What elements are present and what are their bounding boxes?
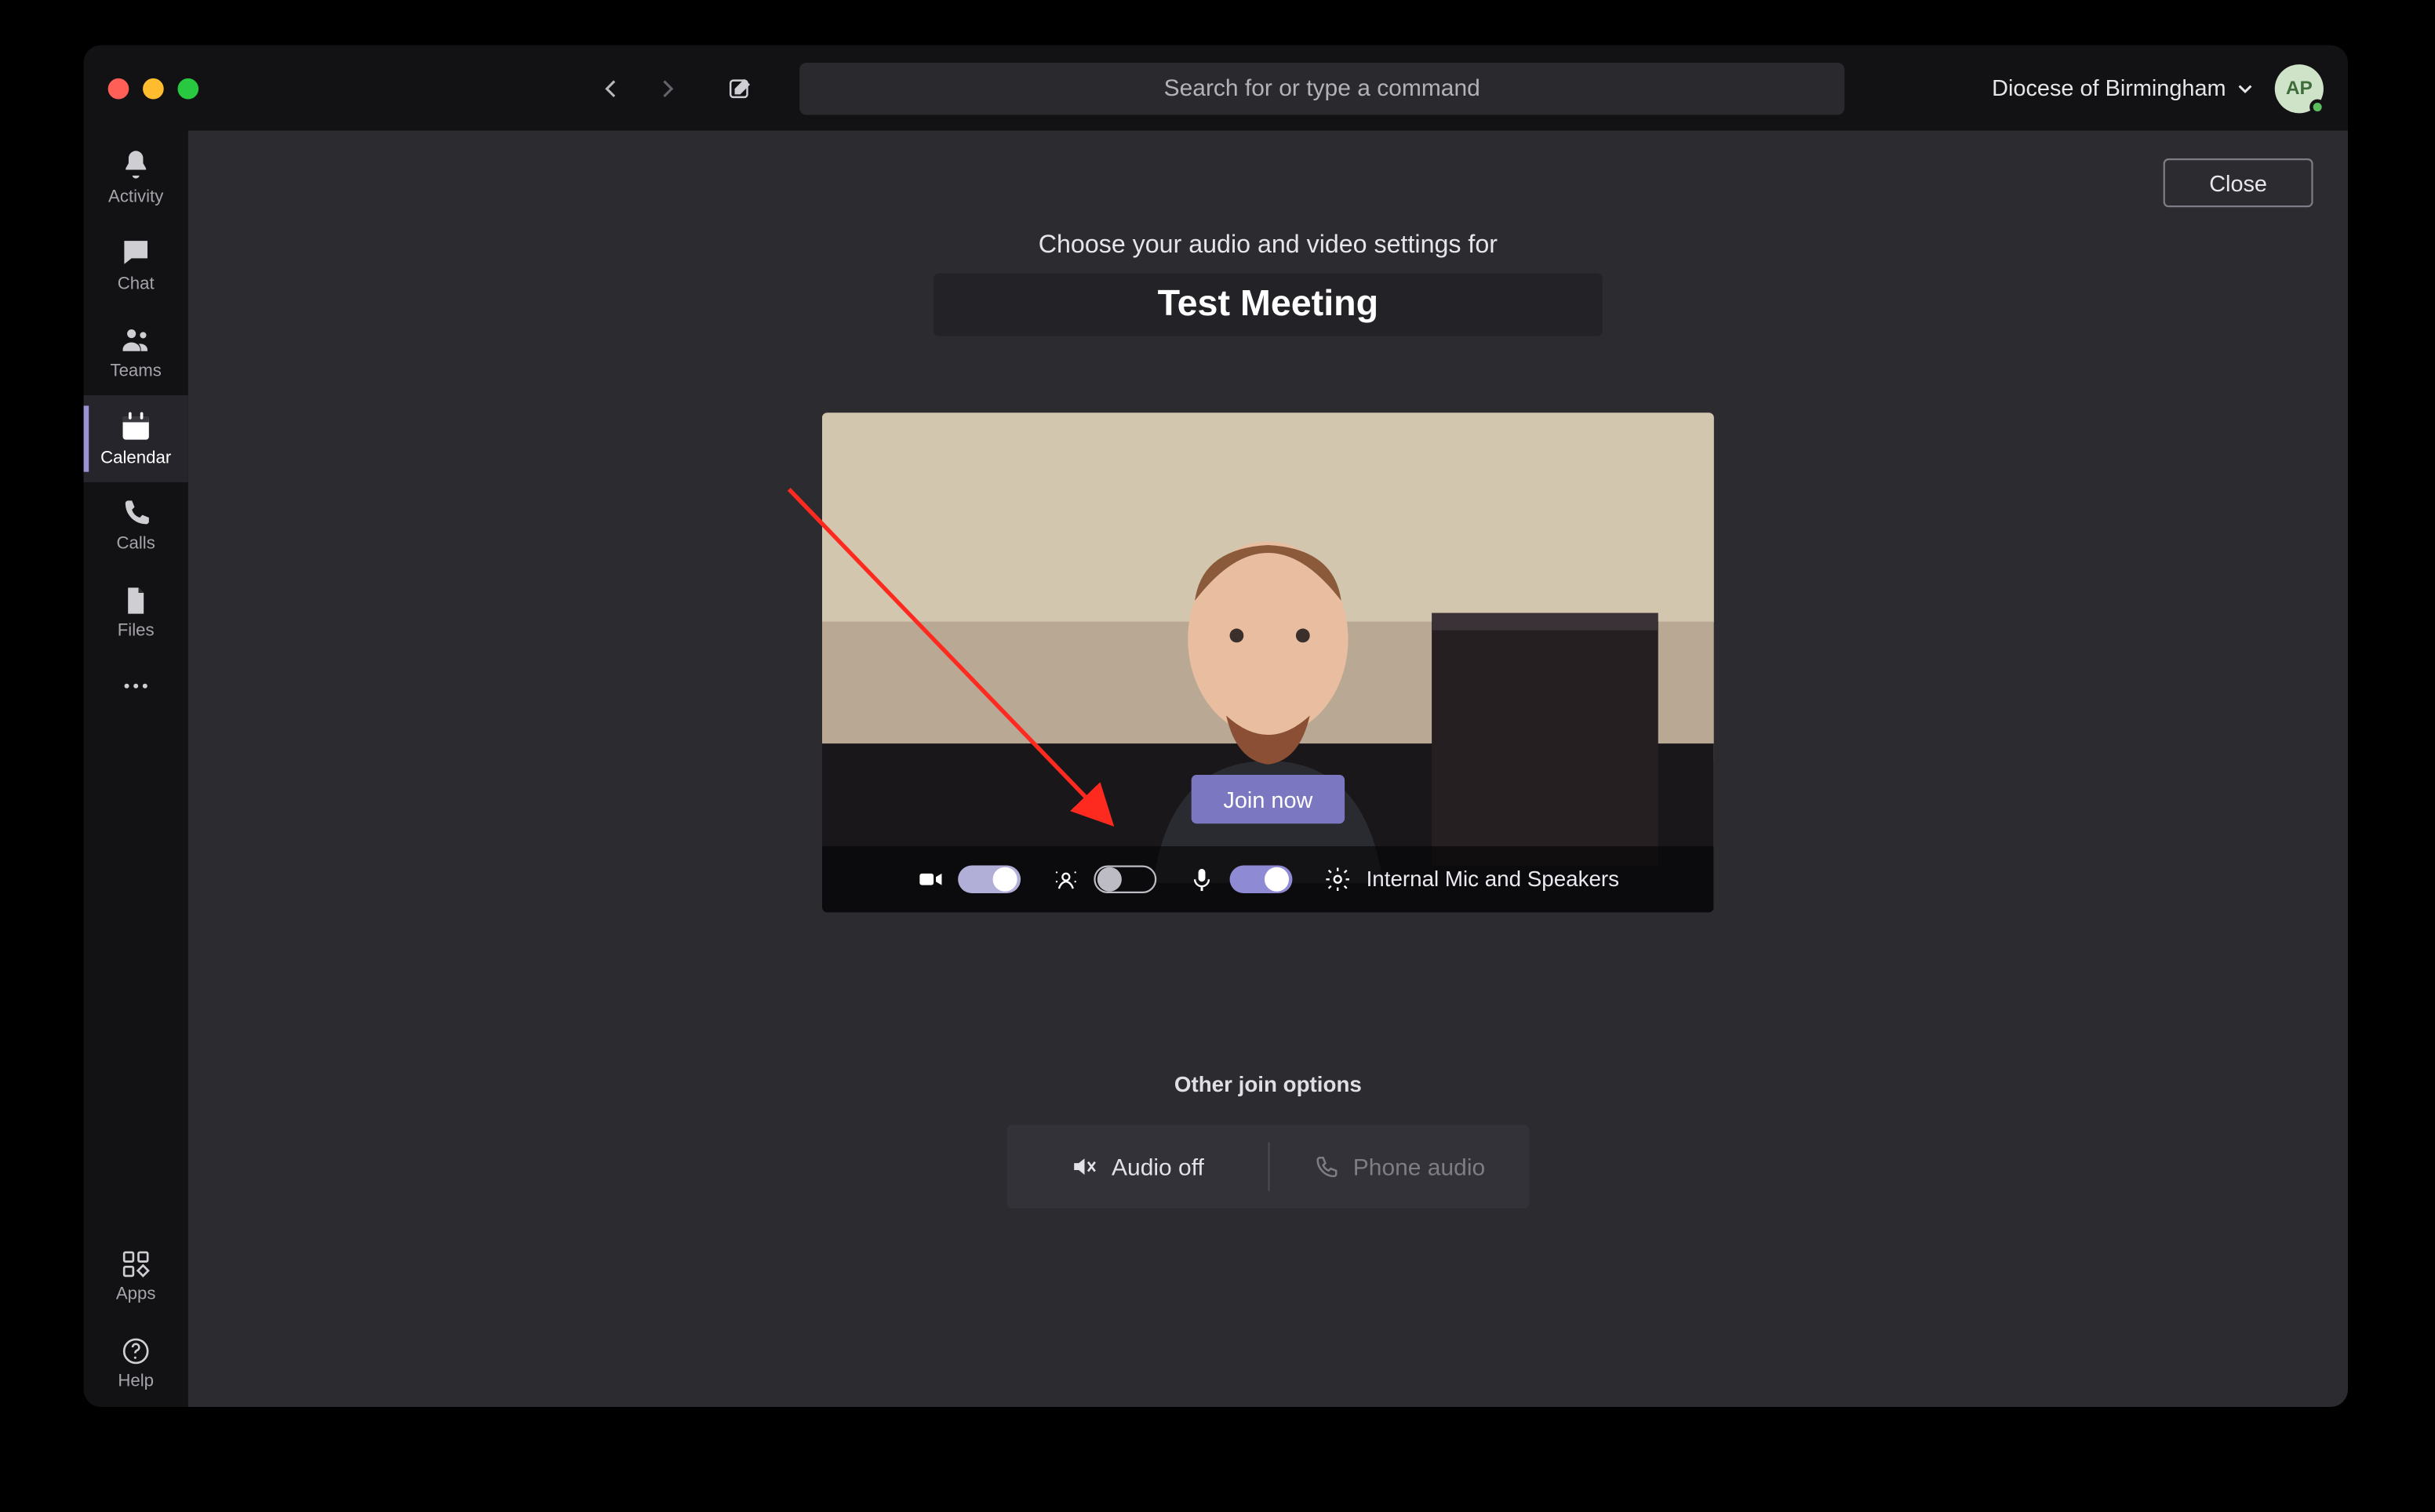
chevron-down-icon xyxy=(2237,79,2254,96)
avatar[interactable]: AP xyxy=(2275,64,2324,112)
background-blur-control xyxy=(1053,866,1157,894)
window-close-dot[interactable] xyxy=(108,78,129,99)
rail-label: Teams xyxy=(110,362,161,381)
rail-item-help[interactable]: Help xyxy=(84,1320,188,1407)
search-input[interactable]: Search for or type a command xyxy=(799,62,1844,114)
titlebar: Search for or type a command Diocese of … xyxy=(84,45,2348,131)
help-icon xyxy=(120,1336,151,1367)
search-placeholder: Search for or type a command xyxy=(1164,75,1480,101)
rail-label: Apps xyxy=(116,1285,156,1304)
camera-toggle[interactable] xyxy=(959,866,1021,894)
rail-label: Files xyxy=(118,622,155,641)
window-zoom-dot[interactable] xyxy=(177,78,198,99)
mic-toggle[interactable] xyxy=(1230,866,1293,894)
gear-icon xyxy=(1324,866,1352,894)
join-now-button[interactable]: Join now xyxy=(1192,775,1345,823)
rail-label: Activity xyxy=(108,188,163,207)
rail-item-chat[interactable]: Chat xyxy=(84,221,188,308)
headline: Choose your audio and video settings for xyxy=(1039,232,1498,260)
mic-icon xyxy=(1188,866,1217,894)
prejoin-controls: Internal Mic and Speakers xyxy=(822,846,1714,912)
speaker-off-icon xyxy=(1070,1153,1098,1181)
camera-control xyxy=(917,866,1021,894)
app-window: Search for or type a command Diocese of … xyxy=(84,45,2348,1407)
rail-label: Help xyxy=(118,1372,154,1391)
window-controls xyxy=(108,78,198,99)
camera-placeholder xyxy=(822,413,1714,913)
phone-audio-label: Phone audio xyxy=(1353,1154,1485,1179)
rail-item-calls[interactable]: Calls xyxy=(84,482,188,569)
mic-control xyxy=(1188,866,1293,894)
history-nav xyxy=(587,64,764,112)
apps-icon xyxy=(120,1248,151,1280)
chat-icon xyxy=(118,235,153,270)
device-settings[interactable]: Internal Mic and Speakers xyxy=(1324,866,1619,894)
compose-button[interactable] xyxy=(716,64,765,112)
device-label: Internal Mic and Speakers xyxy=(1367,867,1619,892)
phone-icon xyxy=(1313,1154,1339,1179)
audio-off-option[interactable]: Audio off xyxy=(1006,1125,1267,1209)
more-icon xyxy=(120,671,151,702)
rail-label: Calls xyxy=(116,535,155,554)
meeting-name: Test Meeting xyxy=(934,274,1603,336)
rail-item-files[interactable]: Files xyxy=(84,569,188,656)
other-options-label: Other join options xyxy=(1174,1073,1362,1097)
close-button[interactable]: Close xyxy=(2164,158,2313,207)
avatar-initials: AP xyxy=(2286,78,2313,99)
nav-back-button[interactable] xyxy=(587,64,635,112)
prejoin-pane: Close Choose your audio and video settin… xyxy=(188,131,2348,1407)
phone-icon xyxy=(120,498,151,529)
app-rail: Activity Chat Teams Calendar Calls xyxy=(84,131,188,1407)
teams-icon xyxy=(118,322,153,357)
audio-off-label: Audio off xyxy=(1112,1154,1204,1179)
rail-item-teams[interactable]: Teams xyxy=(84,308,188,395)
blur-toggle[interactable] xyxy=(1094,866,1157,894)
org-switcher[interactable]: Diocese of Birmingham xyxy=(1992,75,2254,101)
org-name: Diocese of Birmingham xyxy=(1992,75,2226,101)
window-minimize-dot[interactable] xyxy=(143,78,164,99)
rail-item-activity[interactable]: Activity xyxy=(84,134,188,221)
rail-item-apps[interactable]: Apps xyxy=(84,1233,188,1320)
rail-label: Chat xyxy=(118,275,155,294)
video-preview: Join now xyxy=(822,413,1714,913)
nav-forward-button[interactable] xyxy=(642,64,691,112)
rail-item-calendar[interactable]: Calendar xyxy=(84,395,188,482)
phone-audio-option: Phone audio xyxy=(1268,1125,1529,1209)
presence-indicator xyxy=(2309,99,2325,114)
blur-icon xyxy=(1053,866,1081,894)
rail-label: Calendar xyxy=(100,449,171,468)
other-options: Audio off Phone audio xyxy=(1006,1125,1529,1209)
bell-icon xyxy=(118,148,153,183)
file-icon xyxy=(120,585,151,616)
calendar-icon xyxy=(118,409,153,444)
rail-item-more[interactable] xyxy=(84,656,188,715)
camera-icon xyxy=(917,866,945,894)
